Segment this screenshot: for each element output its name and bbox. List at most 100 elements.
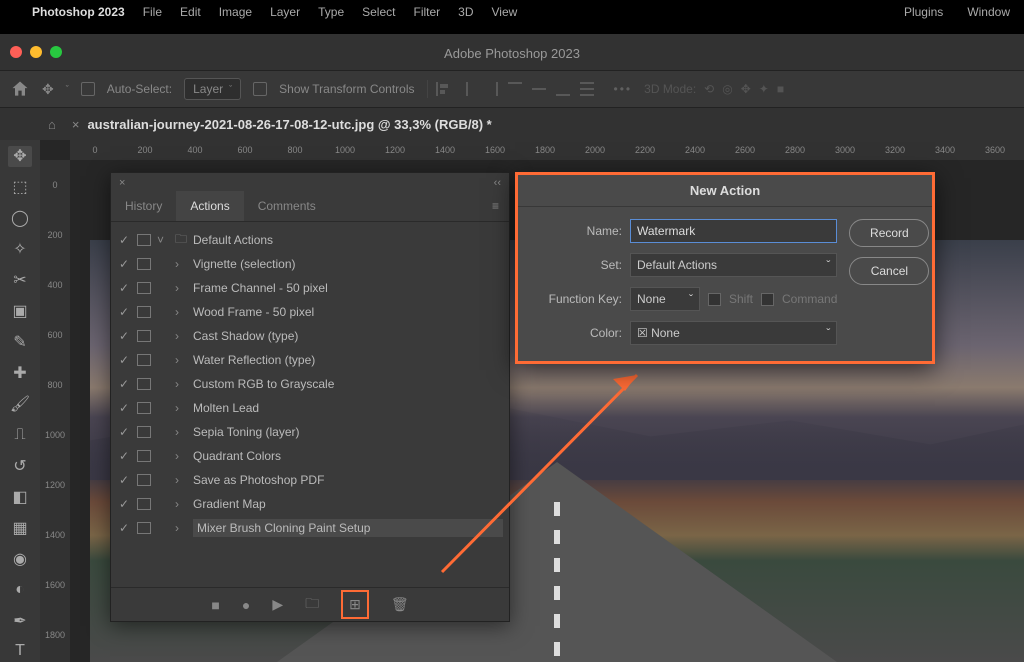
- marquee-tool[interactable]: ⬚: [8, 177, 32, 198]
- action-row[interactable]: ✓›Sepia Toning (layer): [111, 420, 509, 444]
- align-top-icon[interactable]: [506, 80, 524, 98]
- show-transform-checkbox[interactable]: [253, 82, 267, 96]
- lasso-tool[interactable]: ◯: [8, 208, 32, 229]
- move-tool[interactable]: ✥: [8, 146, 32, 167]
- cancel-button[interactable]: Cancel: [849, 257, 929, 285]
- auto-select-checkbox[interactable]: [81, 82, 95, 96]
- disclosure-icon[interactable]: ›: [175, 329, 187, 343]
- toggle-icon[interactable]: ✓: [117, 377, 131, 391]
- dialog-toggle-icon[interactable]: [137, 354, 151, 366]
- dialog-toggle-icon[interactable]: [137, 306, 151, 318]
- dialog-toggle-icon[interactable]: [137, 426, 151, 438]
- dialog-toggle-icon[interactable]: [137, 498, 151, 510]
- document-tab[interactable]: ⌂ × australian-journey-2021-08-26-17-08-…: [48, 108, 492, 140]
- function-key-select[interactable]: None ˇ: [630, 287, 700, 311]
- record-icon[interactable]: ●: [242, 597, 250, 613]
- action-row[interactable]: ✓›Vignette (selection): [111, 252, 509, 276]
- menu-file[interactable]: File: [143, 5, 162, 19]
- 3d-pan-icon[interactable]: ✥: [741, 82, 751, 96]
- stamp-tool[interactable]: ⎍: [8, 424, 32, 445]
- shift-checkbox[interactable]: [708, 293, 721, 306]
- dialog-toggle-icon[interactable]: [137, 234, 151, 246]
- frame-tool[interactable]: ▣: [8, 301, 32, 322]
- name-input[interactable]: [630, 219, 837, 243]
- new-set-icon[interactable]: 🗀: [305, 593, 319, 617]
- action-row[interactable]: ✓›Molten Lead: [111, 396, 509, 420]
- disclosure-icon[interactable]: ›: [175, 521, 187, 535]
- distribute-icon[interactable]: [578, 80, 596, 98]
- toggle-icon[interactable]: ✓: [117, 473, 131, 487]
- home-icon[interactable]: [10, 79, 30, 99]
- menu-plugins[interactable]: Plugins: [904, 5, 943, 19]
- toggle-icon[interactable]: ✓: [117, 281, 131, 295]
- healing-tool[interactable]: ✚: [8, 363, 32, 384]
- new-action-icon[interactable]: ⊞: [341, 590, 369, 619]
- type-tool[interactable]: T: [8, 641, 32, 662]
- ruler-horizontal[interactable]: 0200400600800100012001400160018002000220…: [70, 140, 1024, 160]
- toggle-icon[interactable]: ✓: [117, 497, 131, 511]
- disclosure-icon[interactable]: ›: [175, 425, 187, 439]
- toggle-icon[interactable]: ✓: [117, 305, 131, 319]
- align-center-h-icon[interactable]: [458, 80, 476, 98]
- toggle-icon[interactable]: ✓: [117, 257, 131, 271]
- toggle-icon[interactable]: ✓: [117, 329, 131, 343]
- menu-window[interactable]: Window: [967, 5, 1010, 19]
- disclosure-icon[interactable]: ›: [175, 401, 187, 415]
- action-row[interactable]: ✓›Water Reflection (type): [111, 348, 509, 372]
- delete-icon[interactable]: 🗑: [391, 596, 409, 613]
- menu-filter[interactable]: Filter: [413, 5, 440, 19]
- action-row[interactable]: ✓›Mixer Brush Cloning Paint Setup: [111, 516, 509, 540]
- toggle-icon[interactable]: ✓: [117, 233, 131, 247]
- gradient-tool[interactable]: ▦: [8, 517, 32, 538]
- move-tool-icon[interactable]: ✥: [42, 81, 54, 98]
- menu-edit[interactable]: Edit: [180, 5, 201, 19]
- collapse-panel-icon[interactable]: ‹‹: [494, 177, 501, 189]
- menu-type[interactable]: Type: [318, 5, 344, 19]
- disclosure-icon[interactable]: ›: [175, 305, 187, 319]
- disclosure-icon[interactable]: ›: [175, 497, 187, 511]
- action-row[interactable]: ✓›Cast Shadow (type): [111, 324, 509, 348]
- dialog-toggle-icon[interactable]: [137, 282, 151, 294]
- disclosure-icon[interactable]: ›: [175, 473, 187, 487]
- pen-tool[interactable]: ✒: [8, 610, 32, 631]
- dialog-toggle-icon[interactable]: [137, 450, 151, 462]
- tab-comments[interactable]: Comments: [244, 191, 330, 221]
- action-row[interactable]: ✓›Quadrant Colors: [111, 444, 509, 468]
- set-select[interactable]: Default Actions ˇ: [630, 253, 837, 277]
- toggle-icon[interactable]: ✓: [117, 353, 131, 367]
- history-brush-tool[interactable]: ↺: [8, 455, 32, 476]
- action-row[interactable]: ✓˅🗀Default Actions: [111, 228, 509, 252]
- toggle-icon[interactable]: ✓: [117, 449, 131, 463]
- ruler-vertical[interactable]: 020040060080010001200140016001800: [40, 160, 70, 662]
- play-icon[interactable]: ▶: [272, 596, 283, 613]
- app-menu[interactable]: Photoshop 2023: [32, 5, 125, 19]
- 3d-roll-icon[interactable]: ◎: [722, 82, 732, 96]
- action-row[interactable]: ✓›Custom RGB to Grayscale: [111, 372, 509, 396]
- brush-tool[interactable]: 🖌: [8, 394, 32, 415]
- align-center-v-icon[interactable]: [530, 80, 548, 98]
- action-row[interactable]: ✓›Gradient Map: [111, 492, 509, 516]
- menu-image[interactable]: Image: [219, 5, 252, 19]
- align-bottom-icon[interactable]: [554, 80, 572, 98]
- dialog-toggle-icon[interactable]: [137, 378, 151, 390]
- action-row[interactable]: ✓›Save as Photoshop PDF: [111, 468, 509, 492]
- 3d-camera-icon[interactable]: ■: [777, 82, 784, 96]
- command-checkbox[interactable]: [761, 293, 774, 306]
- align-right-icon[interactable]: [482, 80, 500, 98]
- menu-view[interactable]: View: [492, 5, 518, 19]
- action-row[interactable]: ✓›Wood Frame - 50 pixel: [111, 300, 509, 324]
- eraser-tool[interactable]: ◧: [8, 486, 32, 507]
- dodge-tool[interactable]: ◐: [8, 579, 32, 600]
- disclosure-icon[interactable]: ›: [175, 449, 187, 463]
- menu-3d[interactable]: 3D: [458, 5, 473, 19]
- toggle-icon[interactable]: ✓: [117, 425, 131, 439]
- menu-select[interactable]: Select: [362, 5, 395, 19]
- action-row[interactable]: ✓›Frame Channel - 50 pixel: [111, 276, 509, 300]
- disclosure-icon[interactable]: ›: [175, 281, 187, 295]
- crop-tool[interactable]: ✂: [8, 270, 32, 291]
- panel-menu-icon[interactable]: ≡: [482, 191, 509, 221]
- menu-layer[interactable]: Layer: [270, 5, 300, 19]
- toggle-icon[interactable]: ✓: [117, 521, 131, 535]
- dialog-toggle-icon[interactable]: [137, 474, 151, 486]
- disclosure-icon[interactable]: ›: [175, 257, 187, 271]
